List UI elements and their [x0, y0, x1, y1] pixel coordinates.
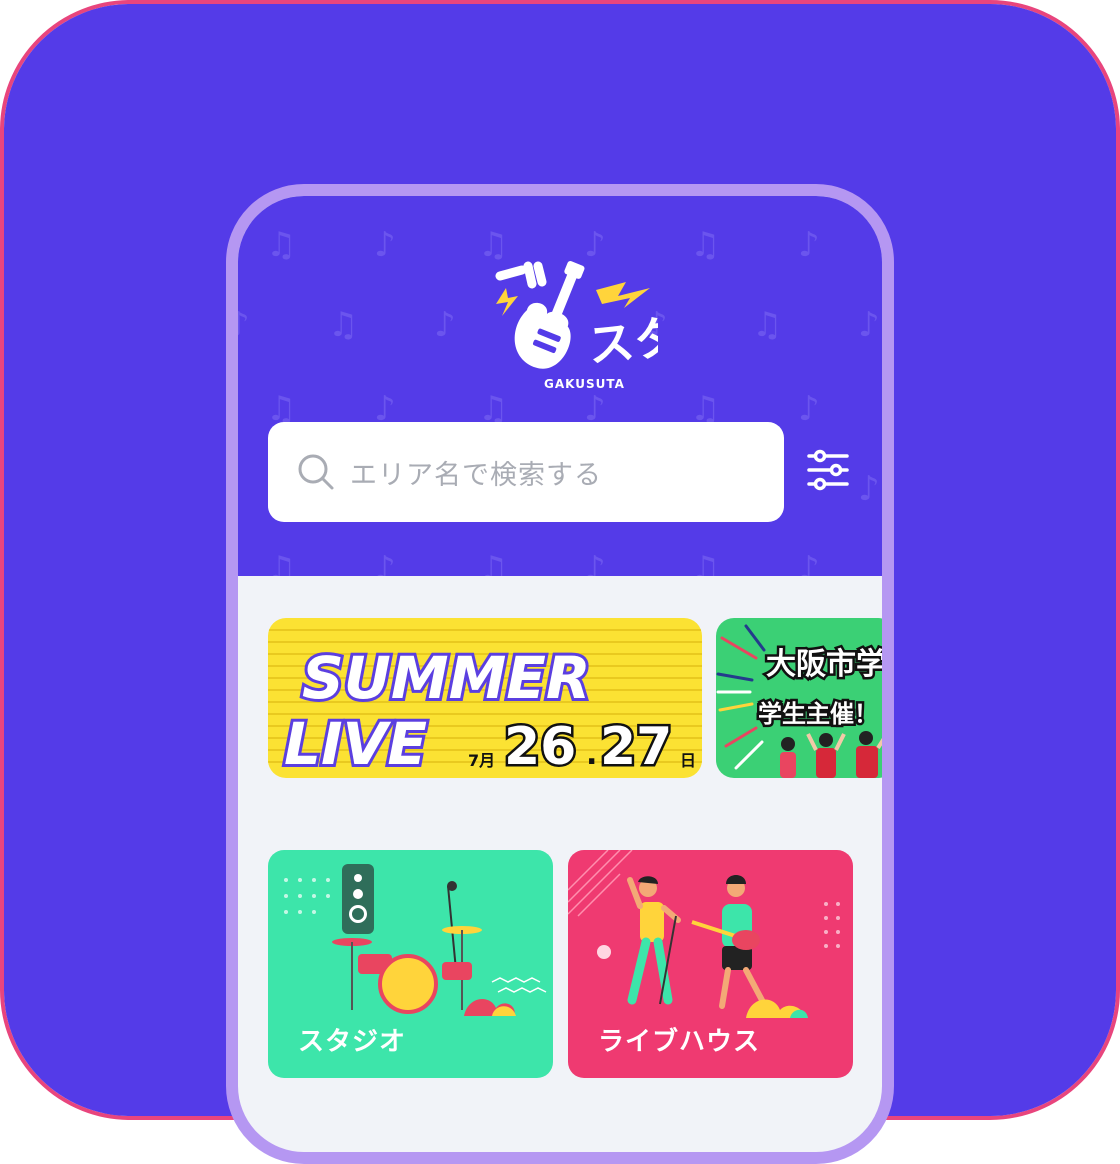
guitar-icon: [514, 260, 585, 369]
svg-text:♪: ♪: [584, 549, 606, 576]
svg-text:♪: ♪: [374, 225, 396, 265]
banner-day-1: 26: [504, 717, 576, 777]
banner-title-summer: SUMMER: [302, 644, 591, 712]
lightning-small-icon: [496, 288, 518, 316]
banner-month: 7月: [468, 751, 495, 770]
burst-lines: [716, 624, 766, 770]
svg-text:♪: ♪: [798, 225, 820, 265]
svg-text:♪: ♪: [434, 305, 456, 345]
svg-text:♫: ♫: [690, 549, 720, 576]
banner-day-2: 27: [600, 717, 672, 777]
logo-wordmark: GAKUSUTA: [544, 377, 625, 391]
search-icon: [298, 454, 334, 490]
banner-summer-live[interactable]: SUMMER LIVE 7月 26 . 27 日: [268, 618, 702, 778]
search-input[interactable]: エリア名で検索する: [268, 422, 784, 522]
students-illustration: [780, 731, 882, 778]
sliders-icon[interactable]: [806, 448, 850, 492]
svg-text:♪: ♪: [798, 389, 820, 429]
category-label-studio: スタジオ: [298, 1027, 407, 1057]
osaka-banner-line-2: 学生主催！: [758, 700, 878, 728]
logo-katakana: スタ: [586, 310, 658, 373]
phone-mockup: ♫♪♫♪♫♪ ♪♫♪♪♫♪ ♫♪♫♪♫♪ ♪ ♫♪♫♪♫♪ スタ GAKU: [226, 184, 894, 1164]
svg-text:♫: ♫: [690, 225, 720, 265]
app-header: ♫♪♫♪♫♪ ♪♫♪♪♫♪ ♫♪♫♪♫♪ ♪ ♫♪♫♪♫♪ スタ GAKU: [238, 196, 882, 576]
svg-text:♫: ♫: [752, 305, 782, 345]
svg-text:♫: ♫: [478, 549, 508, 576]
osaka-banner-artwork: 大阪市学 学生主催！: [716, 624, 886, 778]
svg-text:♪: ♪: [238, 305, 250, 345]
banner-title-live: LIVE: [284, 710, 427, 778]
category-card-livehouse[interactable]: ライブハウス: [568, 850, 853, 1078]
hatch-pattern: [568, 850, 633, 917]
gakusuta-logo: スタ GAKUSUTA: [495, 260, 658, 391]
search-placeholder: エリア名で検索する: [350, 459, 602, 491]
svg-text:♪: ♪: [374, 549, 396, 576]
tom-right-icon: [442, 962, 472, 980]
banner-osaka-student[interactable]: 大阪市学 学生主催！: [716, 618, 886, 778]
svg-text:♪: ♪: [858, 305, 880, 345]
summer-live-artwork: SUMMER LIVE 7月 26 . 27 日: [268, 629, 702, 778]
dot-pattern: [284, 878, 330, 914]
banner-separator: .: [586, 737, 597, 772]
category-card-studio[interactable]: スタジオ: [268, 850, 553, 1078]
dot-pattern-right: [824, 902, 840, 948]
logo-strokes-icon: [495, 261, 547, 289]
osaka-banner-line-1: 大阪市学: [766, 647, 886, 682]
category-label-livehouse: ライブハウス: [598, 1027, 761, 1057]
svg-text:♫: ♫: [266, 549, 296, 576]
svg-text:♫: ♫: [266, 225, 296, 265]
svg-text:♫: ♫: [328, 305, 358, 345]
svg-text:♪: ♪: [858, 469, 880, 509]
lightning-icon: [596, 282, 650, 308]
banner-day-suffix: 日: [680, 751, 696, 770]
svg-text:♪: ♪: [798, 549, 820, 576]
singer-figure: [627, 876, 681, 1005]
guitarist-figure: [691, 875, 767, 1009]
dot-icon: [597, 945, 611, 959]
